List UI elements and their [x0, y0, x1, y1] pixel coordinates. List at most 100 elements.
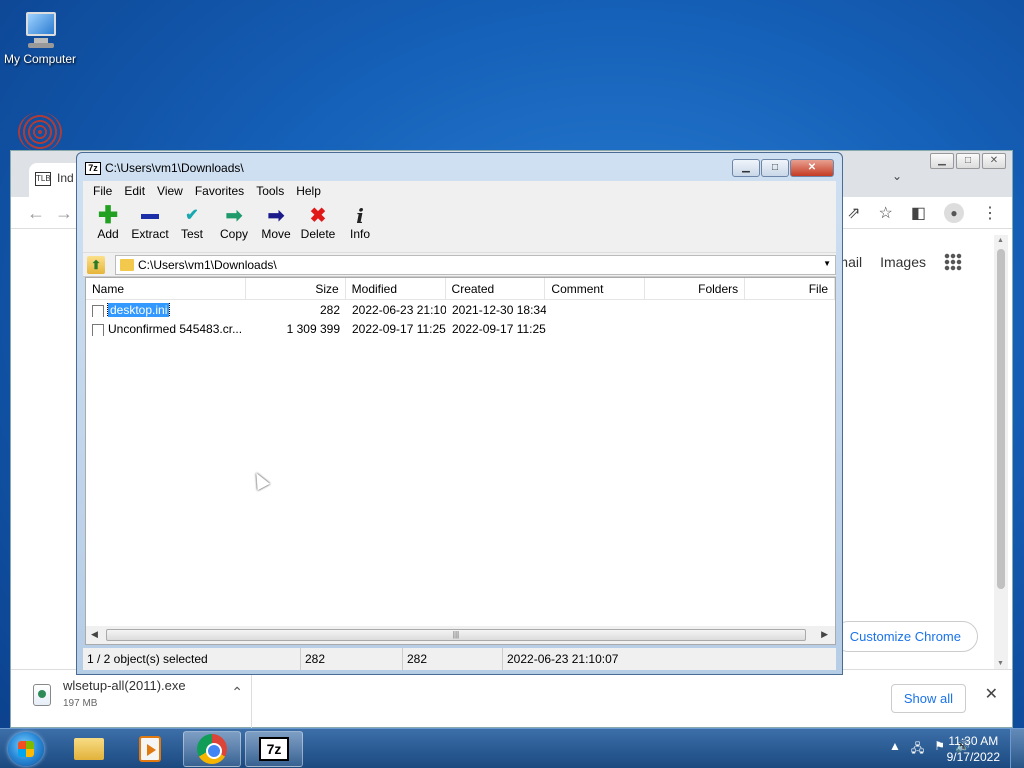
customize-chrome-button[interactable]: Customize Chrome: [832, 621, 978, 652]
close-icon[interactable]: ✕: [985, 684, 998, 704]
download-item[interactable]: wlsetup-all(2011).exe 197 MB ⌃: [29, 678, 251, 718]
taskbar-media-player[interactable]: [121, 731, 179, 767]
minimize-button[interactable]: ▁: [930, 153, 954, 169]
network-icon[interactable]: 🖧: [911, 739, 924, 760]
tab-search-icon[interactable]: ⌄: [892, 169, 902, 183]
column-headers: Name Size Modified Created Comment Folde…: [86, 278, 836, 300]
tab-favicon: TLB: [35, 171, 51, 186]
show-hidden-icons[interactable]: ▲: [889, 739, 901, 760]
download-size: 197 MB: [63, 698, 98, 709]
maximize-button[interactable]: □: [761, 159, 789, 177]
test-button[interactable]: ✔ Test: [171, 201, 213, 252]
images-link[interactable]: Images: [880, 254, 926, 270]
close-button[interactable]: ✕: [982, 153, 1006, 169]
file-name: Unconfirmed 545483.cr...: [108, 321, 243, 336]
menu-kebab-icon[interactable]: ⋮: [982, 203, 998, 223]
menu-view[interactable]: View: [151, 181, 189, 201]
file-icon: [92, 323, 104, 336]
computer-icon: [18, 10, 62, 50]
bookmark-star-icon[interactable]: ☆: [879, 203, 893, 223]
sevenzip-window: 7z C:\Users\vm1\Downloads\ ▁ □ ✕ File Ed…: [76, 152, 843, 675]
desktop-icon-my-computer[interactable]: My Computer: [0, 10, 80, 66]
show-all-button[interactable]: Show all: [890, 684, 966, 713]
scroll-left-icon[interactable]: ◀: [91, 629, 98, 640]
file-list: Name Size Modified Created Comment Folde…: [85, 277, 836, 645]
scrollbar-thumb[interactable]: |||: [106, 629, 806, 641]
header-name[interactable]: Name: [86, 278, 246, 299]
status-bar: 1 / 2 object(s) selected 282 282 2022-06…: [83, 648, 836, 670]
header-comment[interactable]: Comment: [545, 278, 646, 299]
clock[interactable]: 11:30 AM 9/17/2022: [947, 733, 1000, 765]
taskbar-7zip[interactable]: 7z: [245, 731, 303, 767]
nav-buttons: ← →: [27, 203, 73, 224]
maximize-button[interactable]: □: [956, 153, 980, 169]
scroll-down-icon[interactable]: ▼: [997, 660, 1004, 667]
extract-button[interactable]: Extract: [129, 201, 171, 252]
file-name: desktop.ini: [106, 302, 171, 317]
sevenzip-icon: 7z: [259, 737, 289, 761]
scroll-up-icon[interactable]: ▲: [997, 237, 1004, 244]
delete-button[interactable]: ✖ Delete: [297, 201, 339, 252]
header-files[interactable]: File: [745, 278, 836, 299]
move-button[interactable]: ➡ Move: [255, 201, 297, 252]
window-controls: ▁ □ ✕: [732, 159, 834, 177]
minimize-button[interactable]: ▁: [732, 159, 760, 177]
table-row[interactable]: desktop.ini 282 2022-06-23 21:10 2021-12…: [86, 300, 835, 319]
scrollbar-thumb[interactable]: [997, 249, 1005, 589]
sevenzip-toolbar: ✚ Add Extract ✔ Test ➡ Copy ➡ Move ✖ Delete i…: [83, 201, 836, 253]
horizontal-scrollbar[interactable]: ◀ ||| ▶: [86, 626, 835, 644]
file-size: 1 309 399: [286, 321, 340, 336]
file-modified: 2022-09-17 11:25: [352, 321, 446, 336]
menu-tools[interactable]: Tools: [250, 181, 290, 201]
forward-icon[interactable]: →: [55, 203, 73, 223]
dropdown-arrow-icon[interactable]: ▼: [823, 259, 831, 268]
folder-icon: [120, 259, 134, 271]
header-folders[interactable]: Folders: [645, 278, 746, 299]
header-modified[interactable]: Modified: [346, 278, 446, 299]
menu-favorites[interactable]: Favorites: [189, 181, 250, 201]
window-title: C:\Users\vm1\Downloads\: [105, 161, 244, 175]
toolbar-icons: ⇗ ☆ ◧ ● ⋮: [847, 203, 998, 223]
address-bar: ⬆ C:\Users\vm1\Downloads\ ▼: [83, 253, 836, 277]
extract-label: Extract: [131, 227, 169, 241]
apps-grid-icon[interactable]: [944, 253, 962, 271]
media-player-icon: [139, 736, 161, 762]
add-label: Add: [97, 227, 119, 241]
chrome-icon: [197, 734, 227, 764]
info-button[interactable]: i Info: [339, 201, 381, 252]
desktop-icon-app[interactable]: [0, 112, 80, 154]
taskbar-explorer[interactable]: [60, 731, 118, 767]
path-combobox[interactable]: C:\Users\vm1\Downloads\ ▼: [115, 255, 836, 275]
info-label: Info: [349, 227, 370, 241]
copy-label: Copy: [219, 227, 248, 241]
add-button[interactable]: ✚ Add: [87, 201, 129, 252]
menu-edit[interactable]: Edit: [118, 181, 151, 201]
action-center-flag-icon[interactable]: ⚑: [934, 739, 945, 760]
header-size[interactable]: Size: [246, 278, 346, 299]
profile-avatar-icon[interactable]: ●: [944, 203, 964, 223]
file-size: 282: [319, 302, 340, 317]
taskbar-chrome[interactable]: [183, 731, 241, 767]
close-button[interactable]: ✕: [790, 159, 834, 177]
table-row[interactable]: Unconfirmed 545483.cr... 1 309 399 2022-…: [86, 319, 835, 338]
page-scrollbar[interactable]: ▲ ▼: [994, 235, 1008, 669]
sevenzip-app-icon: 7z: [85, 162, 101, 175]
show-desktop-button[interactable]: [1010, 729, 1024, 768]
menu-help[interactable]: Help: [290, 181, 327, 201]
status-selection: 1 / 2 object(s) selected: [83, 648, 301, 670]
header-created[interactable]: Created: [446, 278, 546, 299]
folder-up-icon[interactable]: ⬆: [87, 256, 105, 274]
menu-file[interactable]: File: [87, 181, 118, 201]
side-panel-icon[interactable]: ◧: [911, 203, 926, 223]
scroll-right-icon[interactable]: ▶: [821, 629, 828, 640]
clock-time: 11:30 AM: [948, 734, 999, 748]
copy-button[interactable]: ➡ Copy: [213, 201, 255, 252]
chevron-up-icon[interactable]: ⌃: [231, 684, 243, 701]
file-modified: 2022-06-23 21:10: [352, 302, 446, 317]
back-icon[interactable]: ←: [27, 203, 45, 223]
start-button[interactable]: [8, 732, 44, 766]
delete-icon: ✖: [309, 205, 327, 227]
share-icon[interactable]: ⇗: [847, 203, 860, 223]
copy-icon: ➡: [225, 205, 243, 227]
file-created: 2022-09-17 11:25: [452, 321, 546, 336]
